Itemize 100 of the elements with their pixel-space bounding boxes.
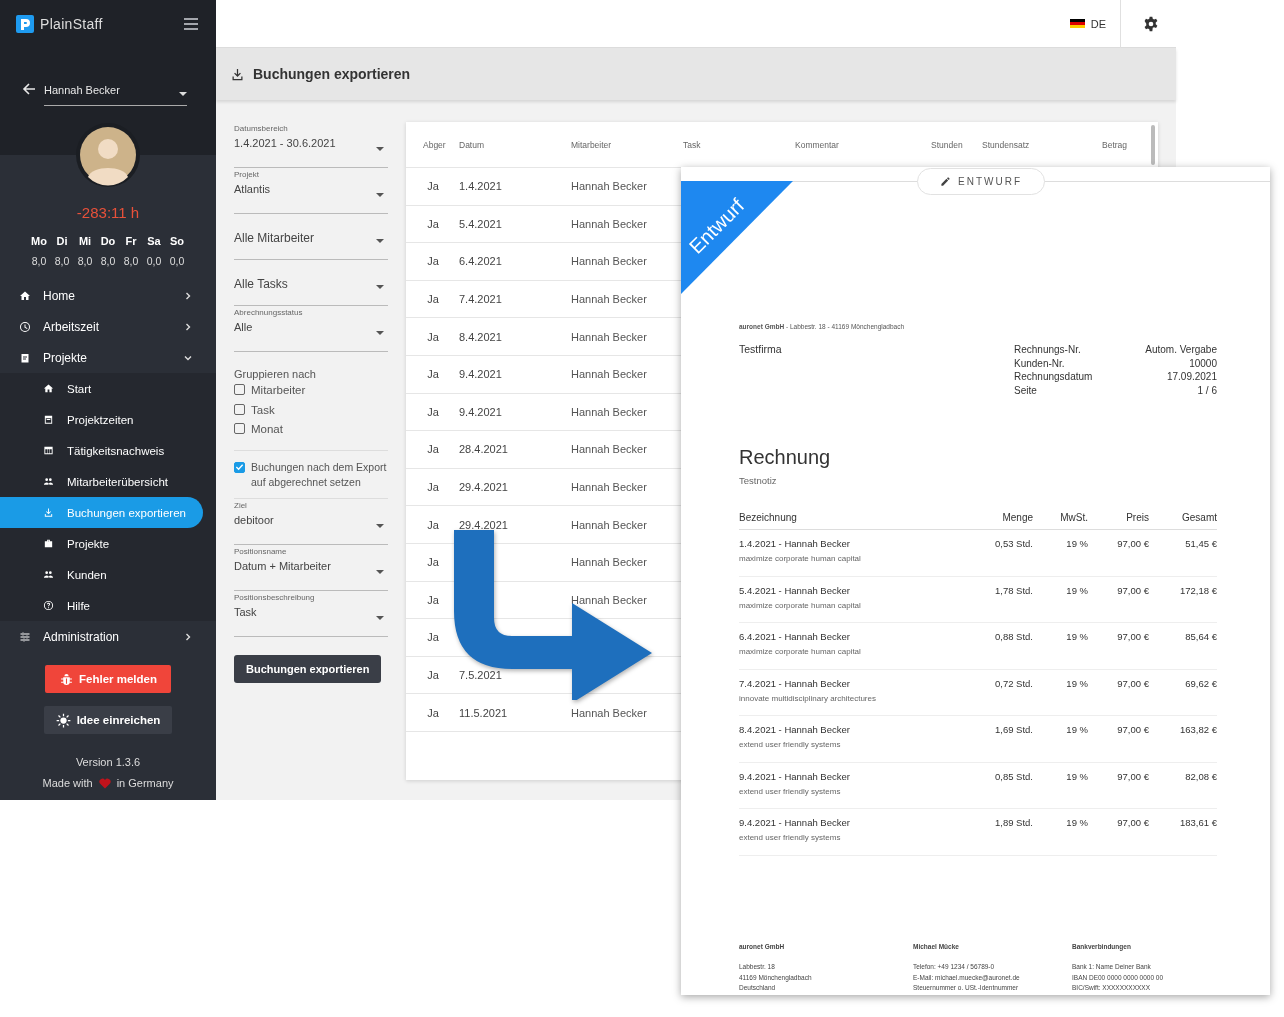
table-cell: 8.4.2021 [459,330,502,343]
clock-icon [19,320,31,333]
table-cell-text: 97,00 € [1116,584,1149,598]
recipient: Testfirma [739,343,782,357]
nav-item[interactable]: Projekte [0,528,203,559]
table-cell-text: Ja [426,556,440,569]
meta-label: Rechnungsdatum [1014,370,1094,384]
heart-icon [98,777,111,789]
select-field[interactable]: Alle Tasks [234,260,388,306]
invoice-title: Rechnung [739,446,832,469]
table-cell-text: Ja [426,293,440,306]
table-cell: 11.5.2021 [459,706,508,719]
weekday-hours: 8,0 [77,255,93,267]
table-cell: 1.4.2021 [459,180,502,193]
meta-label: Seite [1014,383,1038,397]
table-cell-text: 51,45 € [1184,538,1217,551]
nav-item[interactable]: Administration [0,621,216,652]
submit-idea-button[interactable]: Idee einreichen [43,706,173,734]
nav-item[interactable]: Projektzeiten [0,404,203,435]
nav-item[interactable]: Projekte [0,342,216,373]
table-cell-text: Ja [426,330,440,343]
clipboard-icon [19,351,31,364]
caret-icon [376,523,384,528]
table-cell-text: 163,82 € [1179,724,1217,737]
select-field[interactable]: Abrechnungsstatus Alle [234,306,388,352]
table-cell: Hannah Becker [571,330,647,343]
column-header: Betrag [1102,139,1128,150]
nav-item[interactable]: Arbeitszeit [0,311,216,342]
table-cell: 7.4.2021 [459,293,502,306]
settings-icon[interactable] [1143,15,1159,32]
caret-icon [376,331,384,335]
checkbox[interactable] [234,403,245,415]
export-button[interactable]: Buchungen exportieren [234,654,382,683]
table-cell-text: 19 % [1065,631,1088,644]
table-cell-text: 0,88 Std. [993,631,1033,644]
made-in-text: in Germany [116,777,174,789]
table-cell-text: Ja [426,217,440,230]
user-select[interactable]: Hannah Becker [44,80,187,106]
table-cell-text: 19 % [1065,584,1088,598]
table-cell: 6.4.2021 [459,255,502,268]
checkbox-label: Monat [251,422,283,437]
item-description: innovate multidisciplinary architectures [739,693,877,703]
table-cell-text: Ja [426,706,440,719]
back-arrow-icon[interactable] [22,82,36,96]
language-selector[interactable]: DE [1090,17,1106,30]
item-title: 6.4.2021 - Hannah Becker [739,631,851,642]
checkbox[interactable] [234,461,245,473]
sliders-icon [19,630,31,643]
nav-item[interactable]: Tätigkeitsnachweis [0,435,203,466]
nav-item[interactable]: Kunden [0,559,203,590]
table-cell: 5.4.2021 [459,217,502,230]
checkbox-label: Mitarbeiter [251,383,306,398]
item-description: extend user friendly systems [739,740,842,749]
table-cell: Hannah Becker [571,518,647,531]
select-field[interactable]: Positionsbeschreibung Task [234,590,388,637]
logo-icon [16,15,34,33]
chevron-icon [184,322,192,331]
select-field[interactable]: Positionsname Datum + Mitarbeiter [234,544,388,591]
table-cell-text: 0,85 Std. [993,770,1033,784]
report-bug-button[interactable]: Fehler melden [45,665,171,693]
select-field[interactable]: Projekt Atlantis [234,168,388,214]
nav-item[interactable]: Home [0,280,216,311]
meta-label: Kunden-Nr. [1014,356,1066,370]
weekday-label: Fr [125,235,137,247]
column-header: Kommentar [795,139,839,150]
table-cell-text: 97,00 € [1116,538,1149,551]
menu-icon[interactable] [184,18,198,30]
nav-item[interactable]: Start [0,373,203,404]
table-cell-text: Ja [426,669,440,681]
table-cell-text: 1,78 Std. [993,584,1033,598]
page-title: Buchungen exportieren [253,66,411,82]
weekday-label: Sa [147,235,161,247]
checkbox[interactable] [234,423,245,434]
table-cell: 28.4.2021 [459,443,508,456]
item-title: 5.4.2021 - Hannah Becker [739,584,851,596]
hours-balance: -283:11 h [75,204,141,221]
table-cell: Hannah Becker [571,556,647,569]
checkbox[interactable] [234,384,245,395]
meta-value: 17.09.2021 [1165,370,1217,384]
table-cell: 29.4.2021 [459,481,508,494]
meta-value: 10000 [1188,356,1217,370]
table-cell-text: Ja [426,405,440,418]
table-cell-text: Ja [426,180,440,193]
select-field[interactable]: Alle Mitarbeiter [234,214,388,260]
table-cell-text: 97,00 € [1116,724,1149,737]
table-icon [43,445,54,456]
table-cell-text: 0,72 Std. [993,677,1033,691]
table-cell-text: 1,69 Std. [993,724,1033,737]
item-title: 9.4.2021 - Hannah Becker [739,817,851,828]
select-field[interactable]: Datumsbereich 1.4.2021 - 30.6.2021 [234,122,388,168]
column-header: Datum [459,139,485,150]
caret-icon [376,147,384,151]
caret-icon [376,239,384,243]
calendar-icon [43,414,54,425]
nav-item[interactable]: Hilfe [0,590,203,621]
select-field[interactable]: Ziel debitoor [234,498,388,545]
draft-badge[interactable]: ENTWURF [917,168,1045,195]
nav-item[interactable]: Mitarbeiterübersicht [0,466,203,497]
weekday-label: Mo [31,235,47,247]
table-cell: Hannah Becker [571,293,647,306]
